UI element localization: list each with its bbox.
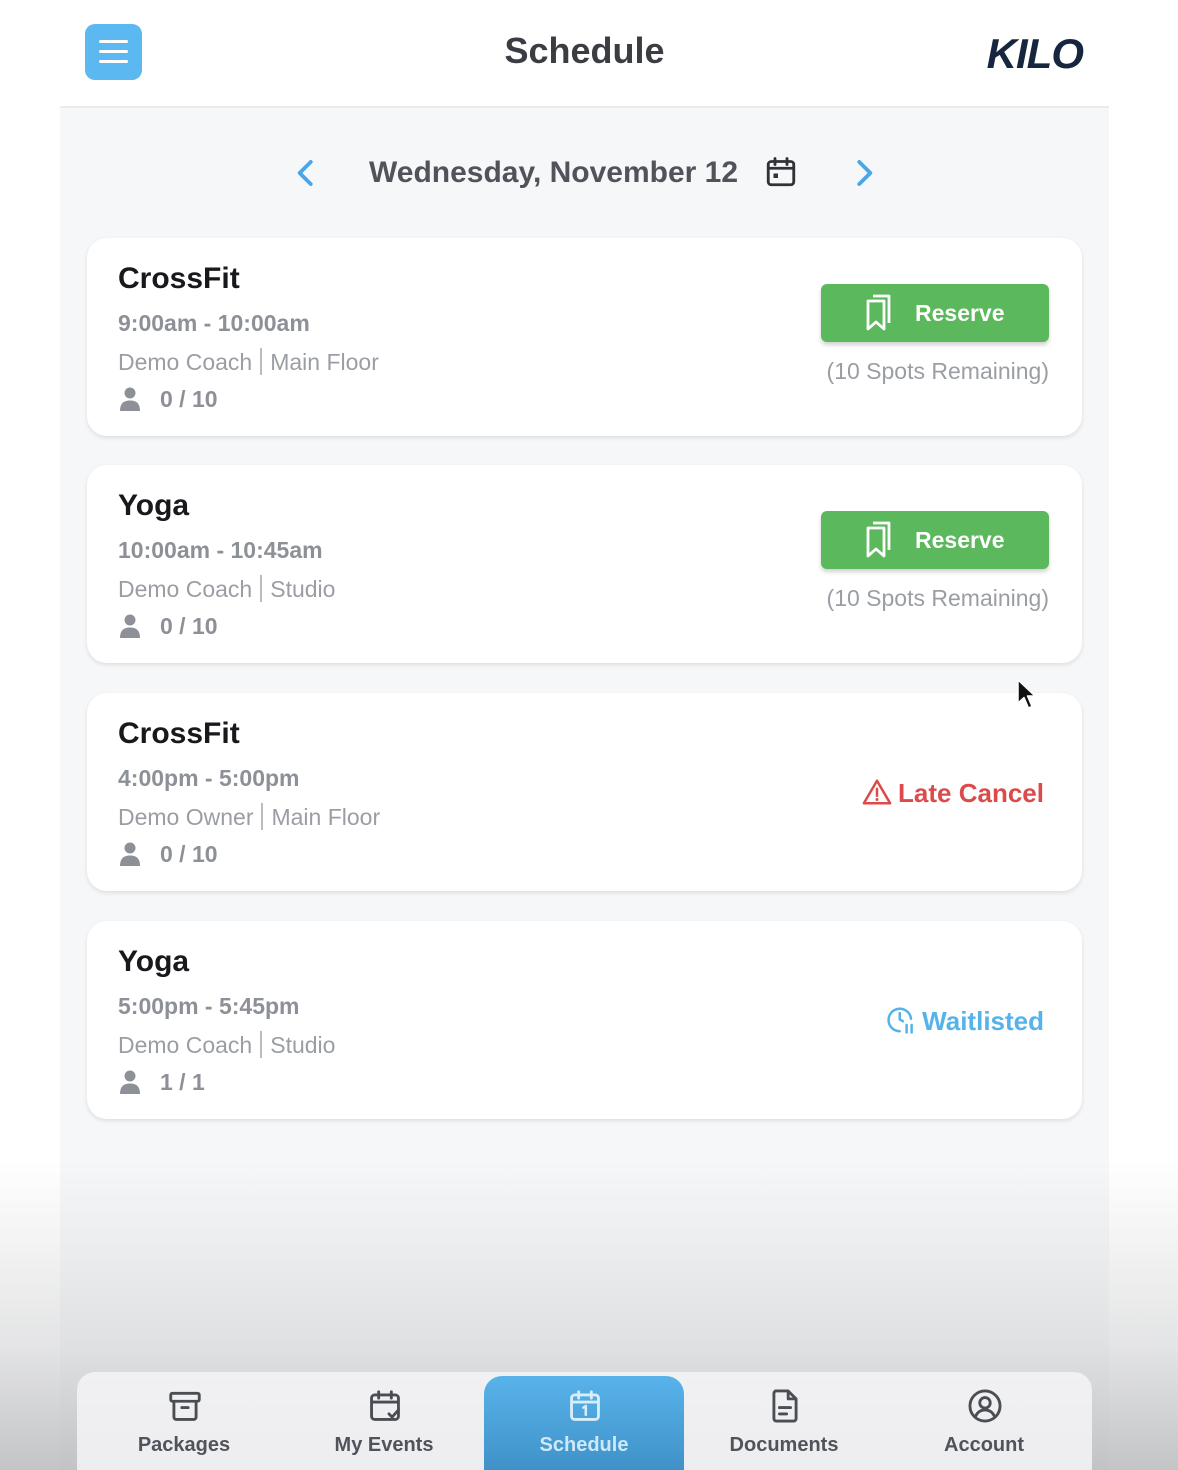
divider	[260, 1031, 263, 1058]
class-coach-location: Demo Coach Main Floor	[118, 348, 379, 376]
person-icon	[120, 614, 140, 638]
nav-account[interactable]: Account	[884, 1372, 1084, 1470]
divider	[260, 575, 263, 602]
bookmark-icon	[866, 521, 891, 558]
warning-triangle-icon	[862, 779, 892, 805]
attendance-count: 0 / 10	[118, 386, 218, 413]
date-navigator: Wednesday, November 12	[60, 150, 1109, 196]
class-time: 5:00pm - 5:45pm	[118, 993, 300, 1019]
attendance-count: 1 / 1	[118, 1069, 205, 1096]
kilo-logo: KILO	[986, 30, 1084, 77]
waitlisted-status[interactable]: Waitlisted	[886, 1005, 1044, 1037]
location: Studio	[270, 576, 336, 602]
divider	[260, 348, 263, 375]
class-title: Yoga	[118, 489, 190, 522]
coach-name: Demo Coach	[118, 349, 253, 375]
location: Studio	[270, 1032, 336, 1058]
clock-pause-icon	[887, 1007, 914, 1034]
person-icon	[120, 1070, 140, 1094]
calendar-check-icon	[370, 1390, 400, 1421]
page-title: Schedule	[504, 30, 665, 71]
class-card[interactable]: Yoga 10:00am - 10:45am Demo Coach Studio …	[87, 465, 1082, 663]
class-coach-location: Demo Coach Studio	[118, 1031, 335, 1059]
location: Main Floor	[270, 349, 379, 375]
person-icon	[120, 842, 140, 866]
calendar-icon	[766, 157, 796, 187]
document-icon	[772, 1389, 798, 1423]
archive-box-icon	[169, 1391, 201, 1421]
class-time: 4:00pm - 5:00pm	[118, 765, 300, 791]
location: Main Floor	[271, 804, 381, 830]
coach-name: Demo Coach	[118, 576, 253, 602]
previous-day-button[interactable]	[287, 154, 325, 192]
class-time: 10:00am - 10:45am	[118, 537, 323, 563]
chevron-right-icon	[857, 160, 873, 186]
bookmark-icon	[866, 294, 891, 331]
nav-packages[interactable]: Packages	[84, 1372, 284, 1470]
person-icon	[120, 387, 140, 411]
class-coach-location: Demo Owner Main Floor	[118, 803, 380, 831]
date-picker-button[interactable]	[763, 154, 799, 190]
reserve-button[interactable]: Reserve	[821, 511, 1049, 569]
nav-my-events[interactable]: My Events	[284, 1372, 484, 1470]
spots-remaining: (10 Spots Remaining)	[826, 585, 1049, 611]
divider	[261, 803, 264, 830]
class-title: CrossFit	[118, 717, 240, 750]
mouse-cursor-icon	[1017, 679, 1036, 709]
top-bar: Schedule KILO	[60, 0, 1109, 108]
class-title: Yoga	[118, 945, 190, 978]
nav-documents[interactable]: Documents	[684, 1372, 884, 1470]
app-screen: Schedule KILO Wednesday, November 12 Cro…	[60, 0, 1109, 1470]
class-coach-location: Demo Coach Studio	[118, 575, 335, 603]
late-cancel-status[interactable]: Late Cancel	[862, 777, 1044, 809]
next-day-button[interactable]	[845, 154, 883, 192]
user-circle-icon	[968, 1389, 1002, 1423]
class-card[interactable]: Yoga 5:00pm - 5:45pm Demo Coach Studio 1 …	[87, 921, 1082, 1119]
coach-name: Demo Coach	[118, 1032, 253, 1058]
coach-name: Demo Owner	[118, 804, 254, 830]
attendance-count: 0 / 10	[118, 613, 218, 640]
attendance-count: 0 / 10	[118, 841, 218, 868]
chevron-left-icon	[297, 160, 313, 186]
bottom-navigation: Packages My Events Schedule Documents Ac…	[77, 1372, 1092, 1470]
class-card[interactable]: CrossFit 4:00pm - 5:00pm Demo Owner Main …	[87, 693, 1082, 891]
nav-schedule[interactable]: Schedule	[484, 1376, 684, 1470]
calendar-icon	[570, 1390, 600, 1421]
spots-remaining: (10 Spots Remaining)	[826, 358, 1049, 384]
class-card[interactable]: CrossFit 9:00am - 10:00am Demo Coach Main…	[87, 238, 1082, 436]
reserve-button[interactable]: Reserve	[821, 284, 1049, 342]
class-title: CrossFit	[118, 262, 240, 295]
current-date: Wednesday, November 12	[369, 156, 739, 189]
class-time: 9:00am - 10:00am	[118, 310, 310, 336]
